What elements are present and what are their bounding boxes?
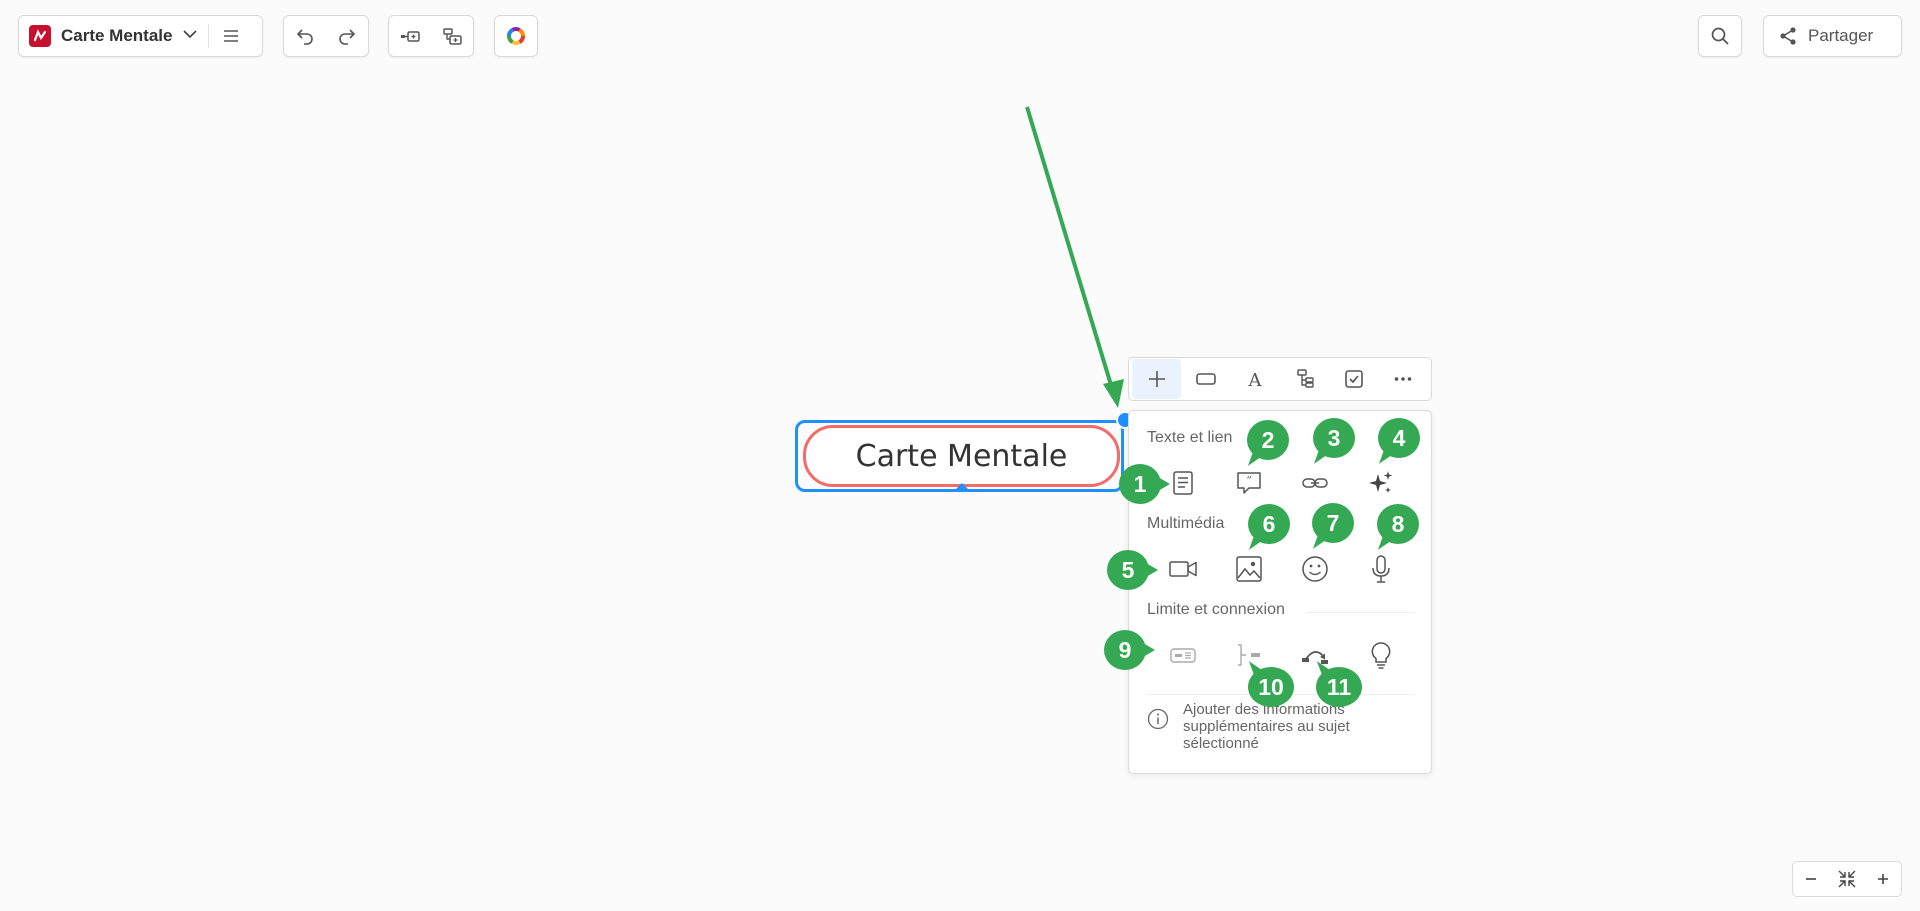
video-button[interactable] (1161, 547, 1205, 591)
tab-structure[interactable] (1280, 359, 1329, 399)
structure-icon (1296, 369, 1314, 388)
emoji-button[interactable] (1293, 547, 1337, 591)
text-style-icon: A (1248, 370, 1263, 390)
marker-2: 2 (1247, 420, 1289, 460)
collapse-arrows-icon (1838, 870, 1856, 888)
marker-10: 10 (1248, 667, 1294, 707)
audio-button[interactable] (1359, 547, 1403, 591)
fit-view-button[interactable] (1830, 862, 1864, 896)
task-icon (1345, 370, 1363, 388)
hint-text: Ajouter des informations supplémentaires… (1183, 701, 1350, 752)
tab-shape[interactable] (1181, 359, 1230, 399)
tab-task[interactable] (1329, 359, 1378, 399)
section-title-text-link: Texte et lien (1147, 429, 1233, 446)
zoom-controls (1792, 861, 1902, 897)
image-button[interactable] (1227, 547, 1271, 591)
marker-7: 7 (1312, 503, 1354, 543)
image-icon (1236, 556, 1262, 582)
idea-icon (1371, 642, 1391, 669)
zoom-out-button[interactable] (1794, 862, 1828, 896)
marker-3: 3 (1313, 418, 1355, 458)
popup-tabbar: A (1128, 357, 1432, 401)
note-icon (1173, 471, 1193, 495)
central-topic[interactable]: Carte Mentale (803, 425, 1120, 487)
tab-add[interactable] (1132, 359, 1182, 399)
link-icon (1302, 478, 1328, 488)
section-title-multimedia: Multimédia (1147, 515, 1225, 532)
marker-9: 9 (1104, 630, 1155, 670)
link-button[interactable] (1293, 461, 1337, 505)
boundary-button[interactable] (1161, 633, 1205, 677)
marker-11: 11 (1316, 667, 1362, 707)
add-icon (1148, 371, 1165, 387)
plus-icon (1878, 874, 1888, 884)
tab-text-style[interactable]: A (1231, 359, 1280, 399)
boundary-icon (1170, 648, 1196, 663)
svg-text:A: A (1248, 370, 1263, 390)
topic-bottom-handle[interactable] (956, 483, 968, 489)
info-icon (1147, 708, 1169, 730)
idea-button[interactable] (1359, 633, 1403, 677)
central-topic-label: Carte Mentale (855, 438, 1068, 474)
shape-icon (1196, 373, 1216, 385)
audio-icon (1372, 555, 1390, 583)
marker-4: 4 (1378, 418, 1420, 458)
marker-1: 1 (1119, 464, 1170, 504)
marker-8: 8 (1377, 504, 1419, 544)
comment-button[interactable]: “ (1227, 461, 1271, 505)
section-title-boundary: Limite et connexion (1147, 601, 1285, 618)
svg-text:“: “ (1246, 474, 1252, 487)
zoom-in-button[interactable] (1866, 862, 1900, 896)
section-divider (1307, 612, 1415, 613)
ai-button[interactable] (1359, 461, 1403, 505)
hint-area: Ajouter des informations supplémentaires… (1147, 701, 1383, 752)
comment-icon: “ (1237, 472, 1261, 494)
video-icon (1169, 561, 1197, 577)
minus-icon (1806, 878, 1816, 880)
marker-6: 6 (1248, 504, 1290, 544)
marker-5: 5 (1107, 550, 1158, 590)
more-icon (1394, 377, 1412, 381)
ai-sparkle-icon (1369, 471, 1393, 493)
tab-more[interactable] (1379, 359, 1428, 399)
emoji-icon (1302, 556, 1328, 582)
